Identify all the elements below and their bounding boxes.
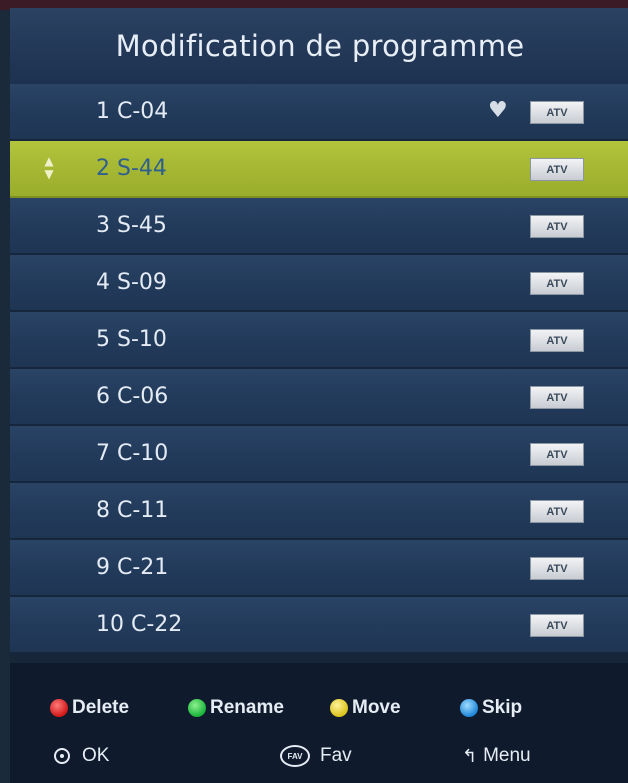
channel-type-badge: ATV (530, 329, 584, 352)
rename-label: Rename (210, 697, 284, 718)
red-button-icon (50, 699, 68, 717)
menu-action[interactable]: ↰ Menu (462, 745, 531, 767)
channel-type-badge: ATV (530, 443, 584, 466)
channel-row-10[interactable]: 10 C-22 ATV (10, 597, 628, 654)
channel-type-badge: ATV (530, 386, 584, 409)
channel-label: 3 S-45 (96, 213, 167, 238)
channel-label: 10 C-22 (96, 612, 183, 637)
ok-action[interactable]: OK (54, 745, 109, 767)
channel-type-badge: ATV (530, 500, 584, 523)
channel-label: 2 S-44 (96, 156, 167, 181)
channel-label: 6 C-06 (96, 384, 169, 409)
rename-action[interactable]: Rename (188, 697, 284, 719)
channel-row-2[interactable]: ▲ ▼ 2 S-44 ATV (10, 141, 628, 198)
channel-row-3[interactable]: 3 S-45 ATV (10, 198, 628, 255)
delete-label: Delete (72, 697, 130, 718)
channel-list: 1 C-04 ♥ ATV ▲ ▼ 2 S-44 ATV 3 S-45 ATV 4 … (10, 84, 628, 654)
channel-type-badge: ATV (530, 101, 584, 124)
channel-row-8[interactable]: 8 C-11 ATV (10, 483, 628, 540)
blue-button-icon (460, 699, 478, 717)
up-down-arrows-icon: ▲ ▼ (44, 154, 54, 181)
menu-label: Menu (483, 745, 531, 766)
footer-legend: Delete Rename Move Skip OK FAV Fav ↰ Men… (10, 663, 628, 783)
channel-row-4[interactable]: 4 S-09 ATV (10, 255, 628, 312)
back-menu-icon: ↰ (462, 745, 478, 766)
channel-row-5[interactable]: 5 S-10 ATV (10, 312, 628, 369)
move-action[interactable]: Move (330, 697, 401, 719)
channel-label: 7 C-10 (96, 441, 169, 466)
channel-row-1[interactable]: 1 C-04 ♥ ATV (10, 84, 628, 141)
skip-label: Skip (482, 697, 523, 718)
channel-type-badge: ATV (530, 272, 584, 295)
ok-label: OK (82, 745, 110, 766)
green-button-icon (188, 699, 206, 717)
channel-label: 1 C-04 (96, 99, 169, 124)
header: Modification de programme (10, 8, 628, 84)
skip-action[interactable]: Skip (460, 697, 522, 719)
channel-row-7[interactable]: 7 C-10 ATV (10, 426, 628, 483)
heart-icon: ♥ (488, 98, 508, 123)
fav-button-icon: FAV (280, 745, 310, 767)
channel-type-badge: ATV (530, 158, 584, 181)
tv-screen: Modification de programme 1 C-04 ♥ ATV ▲… (0, 0, 628, 783)
channel-row-9[interactable]: 9 C-21 ATV (10, 540, 628, 597)
move-label: Move (352, 697, 401, 718)
ok-button-icon (54, 748, 70, 764)
fav-action[interactable]: FAV Fav (280, 745, 352, 767)
page-title: Modification de programme (115, 29, 525, 63)
program-edit-panel: Modification de programme 1 C-04 ♥ ATV ▲… (10, 8, 628, 783)
channel-type-badge: ATV (530, 215, 584, 238)
channel-label: 5 S-10 (96, 327, 167, 352)
channel-row-6[interactable]: 6 C-06 ATV (10, 369, 628, 426)
delete-action[interactable]: Delete (50, 697, 129, 719)
fav-label: Fav (320, 745, 352, 766)
channel-label: 8 C-11 (96, 498, 169, 523)
channel-label: 4 S-09 (96, 270, 167, 295)
channel-type-badge: ATV (530, 614, 584, 637)
yellow-button-icon (330, 699, 348, 717)
channel-type-badge: ATV (530, 557, 584, 580)
channel-label: 9 C-21 (96, 555, 169, 580)
